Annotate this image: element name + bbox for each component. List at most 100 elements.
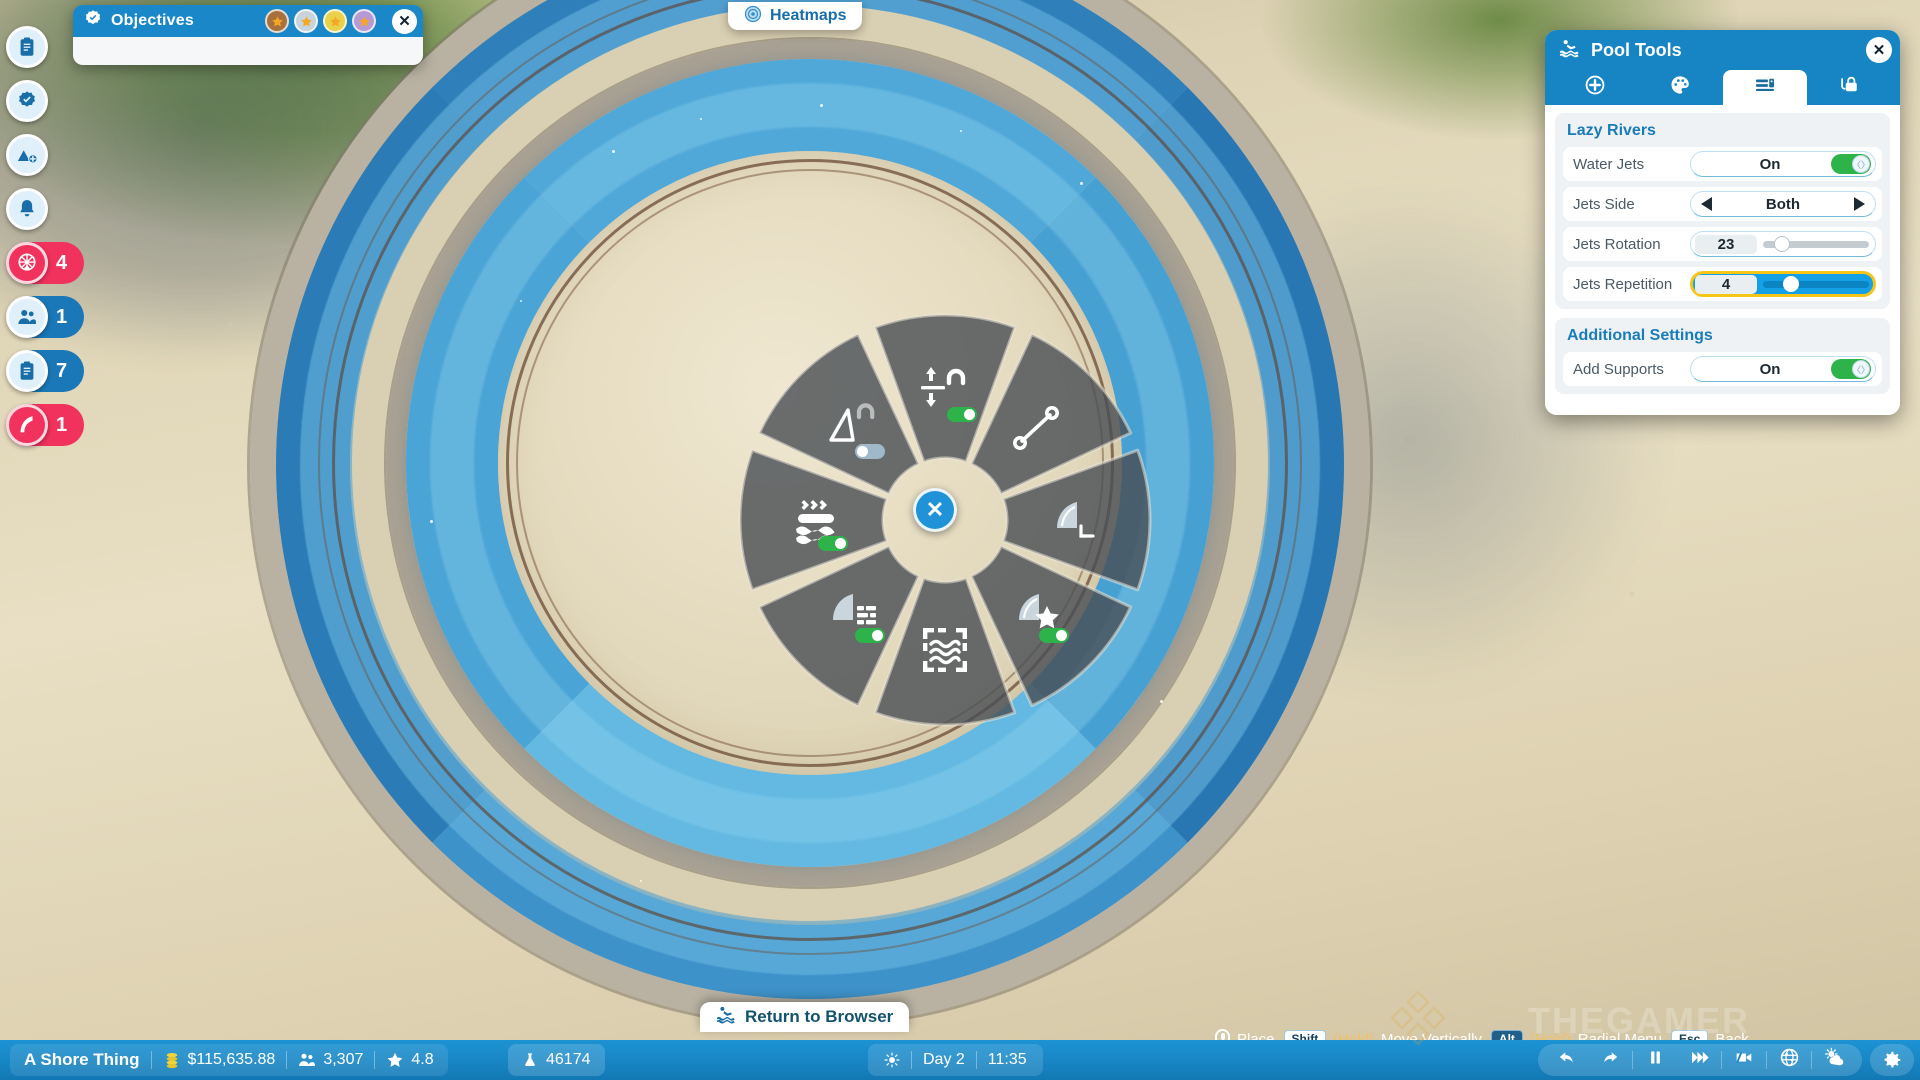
toggle-value: On: [1759, 360, 1781, 378]
weather-button[interactable]: [1812, 1044, 1856, 1076]
radial-menu: ✕: [735, 310, 1155, 730]
setting-control-wrap: 4: [1690, 271, 1876, 297]
sidebar-item-count: 4: [56, 251, 68, 274]
divider: [975, 1051, 977, 1069]
fast-forward-button[interactable]: [1677, 1044, 1721, 1076]
toggle-knob: 〈〉: [1852, 155, 1870, 173]
setting-label: Jets Side: [1573, 195, 1635, 213]
radial-toggle-vertical-snap[interactable]: [947, 406, 977, 422]
slope-corner-icon: [1043, 488, 1107, 552]
radial-menu-close-button[interactable]: ✕: [913, 488, 957, 532]
settings-group: Lazy Rivers Water Jets On 〈〉 Jets Side Both Je…: [1555, 113, 1890, 309]
pool-tools-close-button[interactable]: ✕: [1866, 37, 1892, 63]
toggle-control[interactable]: On 〈〉: [1690, 151, 1876, 177]
water-sparkle: [520, 300, 522, 302]
objective-medal-gold[interactable]: [323, 9, 347, 33]
playback-controls: [1538, 1044, 1862, 1076]
sidebar-item-reports[interactable]: 7: [6, 350, 98, 392]
objective-medal-platinum[interactable]: [352, 9, 376, 33]
rating-value: 4.8: [411, 1051, 434, 1068]
settings-group: Additional Settings Add Supports On 〈〉: [1555, 318, 1890, 394]
tab-settings[interactable]: [1722, 70, 1808, 105]
clipboard-icon: [6, 26, 48, 68]
slider-control[interactable]: 4: [1690, 271, 1876, 297]
slider-track[interactable]: [1763, 276, 1869, 292]
toggle-knob: [834, 538, 846, 549]
water-sparkle: [640, 880, 642, 882]
watermark-logo-icon: [1390, 990, 1446, 1046]
pause-button[interactable]: [1633, 1044, 1677, 1076]
stepper-next-arrow[interactable]: [1854, 197, 1865, 211]
settings-group-title: Additional Settings: [1567, 327, 1713, 344]
guests-icon: [299, 1053, 316, 1066]
objectives-title: Objectives: [111, 12, 194, 29]
water-sparkle: [430, 520, 433, 523]
pause-icon: [1645, 1047, 1666, 1073]
redo-button[interactable]: [1588, 1044, 1632, 1076]
sidebar-item-add-terrain[interactable]: [6, 134, 98, 176]
sidebar-item-staff[interactable]: 1: [6, 296, 98, 338]
star-icon: [329, 15, 341, 26]
toggle-switch[interactable]: 〈〉: [1831, 359, 1871, 379]
divider: [286, 1051, 288, 1069]
return-to-browser-button[interactable]: Return to Browser: [700, 1002, 910, 1032]
camera-button[interactable]: [1722, 1044, 1766, 1076]
research-indicator[interactable]: 46174: [508, 1044, 605, 1076]
objective-medals: [265, 9, 376, 33]
stepper-prev-arrow[interactable]: [1701, 197, 1712, 211]
status-stat-money[interactable]: $115,635.88: [163, 1051, 276, 1069]
clipboard-icon: [6, 350, 48, 392]
time-indicator[interactable]: Day 2 11:35: [868, 1044, 1043, 1076]
park-info-group: A Shore Thing $115,635.88 3,307 4.8: [10, 1044, 448, 1076]
star-icon: [271, 15, 283, 26]
water-sparkle: [1160, 700, 1163, 703]
toggle-knob: [872, 629, 884, 641]
sidebar-item-notifications[interactable]: [6, 188, 98, 230]
stepper-control[interactable]: Both: [1690, 191, 1876, 217]
status-stat-guests[interactable]: 3,307: [298, 1051, 363, 1069]
radial-toggle-slope-settings[interactable]: [855, 627, 886, 643]
slider-knob[interactable]: [1782, 276, 1799, 292]
tab-lock[interactable]: [1807, 70, 1892, 105]
slider-knob[interactable]: [1774, 236, 1791, 252]
toggle-control[interactable]: On 〈〉: [1690, 356, 1876, 382]
sliders-icon: [1754, 74, 1776, 101]
heatmaps-button[interactable]: Heatmaps: [728, 2, 863, 30]
radial-toggle-slope-favorite[interactable]: [1038, 627, 1069, 643]
redo-icon: [1600, 1047, 1621, 1073]
settings-group-title: Lazy Rivers: [1567, 122, 1656, 139]
tab-add[interactable]: [1553, 70, 1638, 105]
toggle-switch[interactable]: 〈〉: [1831, 154, 1871, 174]
slider-control[interactable]: 23: [1690, 231, 1876, 257]
sidebar-item-rides-alerts[interactable]: 4: [6, 242, 98, 284]
divider: [911, 1051, 912, 1069]
money-value: $115,635.88: [187, 1051, 276, 1068]
pool-tools-header: Pool Tools ✕: [1545, 30, 1900, 70]
globe-button[interactable]: [1767, 1044, 1811, 1076]
toggle-knob: [964, 408, 975, 420]
setting-row: Jets Rotation 23: [1563, 227, 1882, 261]
tab-paint[interactable]: [1638, 70, 1723, 105]
undo-button[interactable]: [1544, 1044, 1588, 1076]
pool-swimmer-icon: [716, 1005, 737, 1029]
objectives-close-button[interactable]: ✕: [392, 8, 417, 34]
fast-forward-icon: [1689, 1047, 1710, 1073]
objective-medal-silver[interactable]: [294, 9, 318, 33]
sidebar-item-objectives-check[interactable]: [6, 80, 98, 122]
settings-button[interactable]: [1870, 1044, 1914, 1076]
divider: [150, 1051, 152, 1069]
sidebar-item-slides-alerts[interactable]: 1: [6, 404, 98, 446]
setting-control-wrap: On 〈〉: [1690, 356, 1876, 382]
status-stat-rating[interactable]: 4.8: [386, 1051, 434, 1069]
pool-tools-panel: Pool Tools ✕ Lazy Rivers Water Jets On 〈〉 Je…: [1545, 30, 1900, 415]
water-sparkle: [612, 150, 615, 153]
star-icon: [300, 15, 312, 26]
research-value: 46174: [546, 1051, 591, 1068]
sidebar-item-count: 1: [56, 305, 68, 328]
globe-icon: [1779, 1047, 1800, 1073]
radial-toggle-water-current[interactable]: [817, 536, 848, 551]
radial-toggle-angle-snap[interactable]: [855, 444, 886, 460]
slider-track[interactable]: [1763, 236, 1869, 252]
objective-medal-bronze[interactable]: [265, 9, 289, 33]
slider-value: 23: [1695, 234, 1757, 254]
